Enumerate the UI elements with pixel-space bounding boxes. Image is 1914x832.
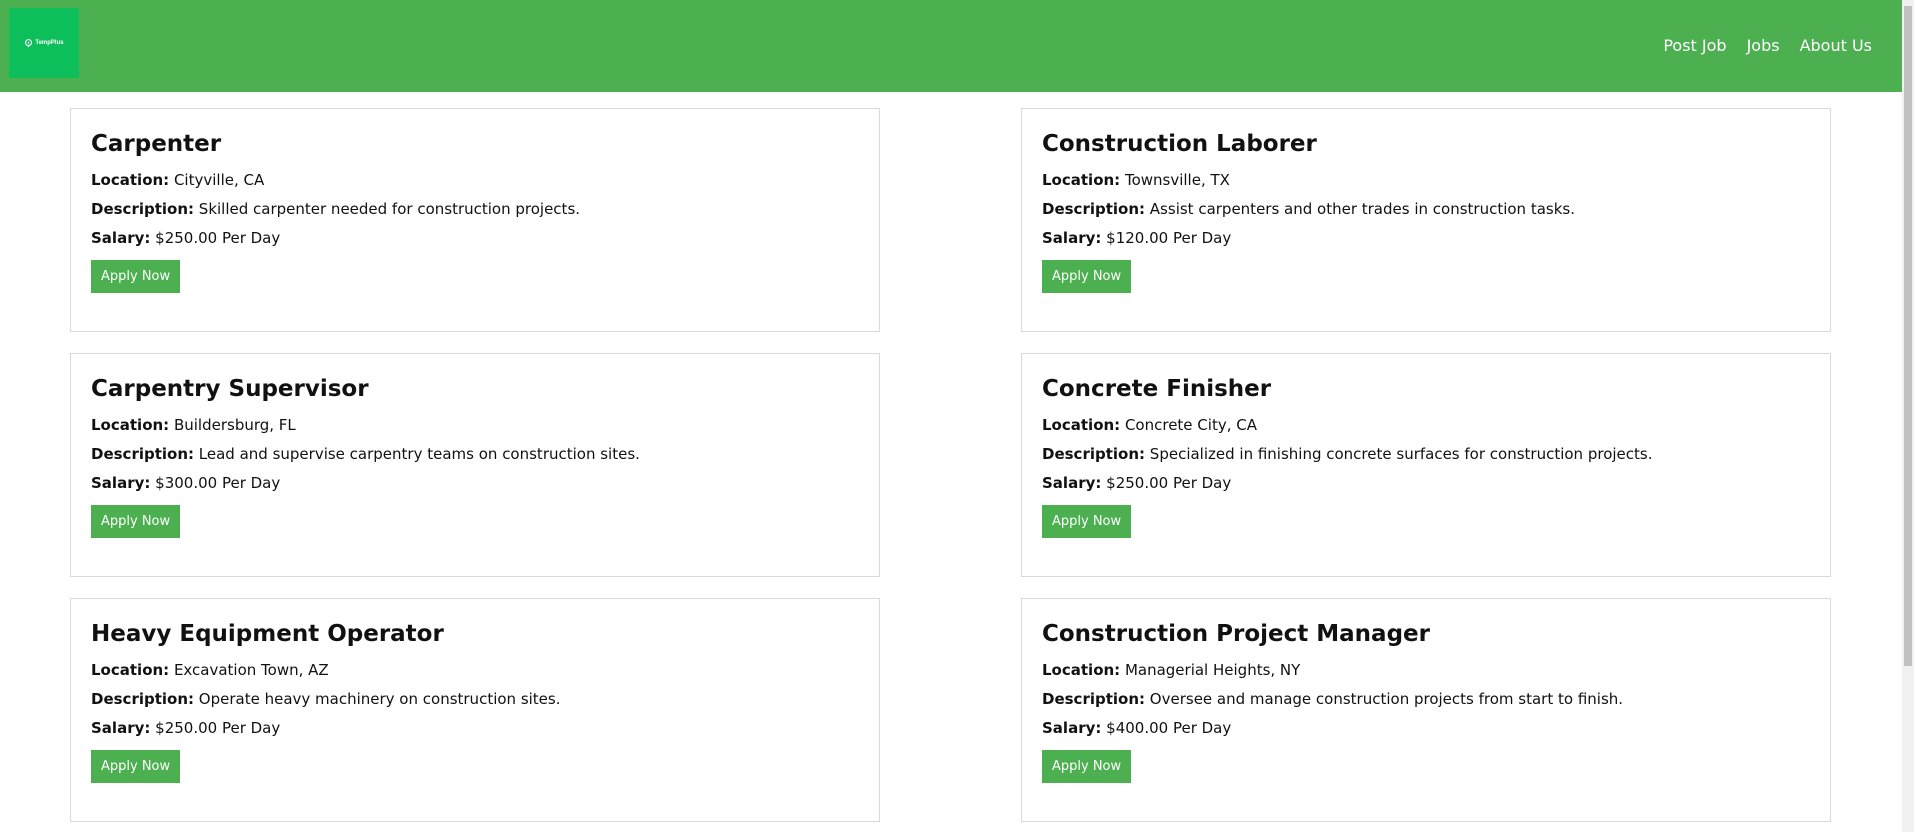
job-title: Carpenter bbox=[91, 131, 222, 157]
location-value: Excavation Town, AZ bbox=[173, 661, 329, 679]
description-value: Operate heavy machinery on construction … bbox=[198, 690, 561, 708]
job-title: Construction Project Manager bbox=[1042, 621, 1430, 647]
job-location: Location: Buildersburg, FL bbox=[91, 416, 859, 434]
scrollbar-thumb[interactable] bbox=[1904, 6, 1912, 666]
job-location: Location: Concrete City, CA bbox=[1042, 416, 1810, 434]
job-card: Carpentry Supervisor Location: Buildersb… bbox=[70, 353, 880, 577]
page-scrollbar[interactable] bbox=[1902, 0, 1914, 832]
job-salary: Salary: $120.00 Per Day bbox=[1042, 229, 1810, 247]
job-salary: Salary: $400.00 Per Day bbox=[1042, 719, 1810, 737]
job-location: Location: Cityville, CA bbox=[91, 171, 859, 189]
location-value: Concrete City, CA bbox=[1124, 416, 1257, 434]
job-card: Construction Laborer Location: Townsvill… bbox=[1021, 108, 1831, 332]
nav-post-job[interactable]: Post Job bbox=[1663, 36, 1726, 55]
location-value: Cityville, CA bbox=[173, 171, 265, 189]
salary-label: Salary: bbox=[91, 229, 151, 247]
job-location: Location: Excavation Town, AZ bbox=[91, 661, 859, 679]
job-description: Description: Assist carpenters and other… bbox=[1042, 200, 1810, 218]
job-description: Description: Oversee and manage construc… bbox=[1042, 690, 1810, 708]
job-card: Construction Project Manager Location: M… bbox=[1021, 598, 1831, 822]
logo[interactable]: TempPlus bbox=[9, 8, 79, 78]
apply-now-button[interactable]: Apply Now bbox=[91, 260, 181, 293]
location-label: Location: bbox=[91, 171, 170, 189]
location-label: Location: bbox=[1042, 661, 1121, 679]
salary-value: $120.00 Per Day bbox=[1106, 229, 1232, 247]
salary-label: Salary: bbox=[91, 719, 151, 737]
description-value: Skilled carpenter needed for constructio… bbox=[198, 200, 581, 218]
apply-now-button[interactable]: Apply Now bbox=[1042, 505, 1132, 538]
location-value: Managerial Heights, NY bbox=[1124, 661, 1301, 679]
job-card: Heavy Equipment Operator Location: Excav… bbox=[70, 598, 880, 822]
job-title: Concrete Finisher bbox=[1042, 376, 1272, 402]
salary-value: $250.00 Per Day bbox=[155, 719, 281, 737]
salary-value: $250.00 Per Day bbox=[155, 229, 281, 247]
description-label: Description: bbox=[91, 690, 195, 708]
salary-label: Salary: bbox=[91, 474, 151, 492]
description-value: Assist carpenters and other trades in co… bbox=[1149, 200, 1575, 218]
salary-value: $300.00 Per Day bbox=[155, 474, 281, 492]
location-label: Location: bbox=[1042, 171, 1121, 189]
top-header: TempPlus Post Job Jobs About Us bbox=[0, 0, 1902, 92]
nav-jobs[interactable]: Jobs bbox=[1747, 36, 1780, 55]
job-card: Concrete Finisher Location: Concrete Cit… bbox=[1021, 353, 1831, 577]
job-salary: Salary: $300.00 Per Day bbox=[91, 474, 859, 492]
salary-value: $400.00 Per Day bbox=[1106, 719, 1232, 737]
apply-now-button[interactable]: Apply Now bbox=[1042, 260, 1132, 293]
job-title: Heavy Equipment Operator bbox=[91, 621, 444, 647]
location-label: Location: bbox=[91, 416, 170, 434]
location-label: Location: bbox=[1042, 416, 1121, 434]
location-pin-icon bbox=[25, 38, 33, 48]
description-label: Description: bbox=[1042, 445, 1146, 463]
apply-now-button[interactable]: Apply Now bbox=[91, 750, 181, 783]
job-card: Carpenter Location: Cityville, CA Descri… bbox=[70, 108, 880, 332]
job-description: Description: Specialized in finishing co… bbox=[1042, 445, 1810, 463]
salary-value: $250.00 Per Day bbox=[1106, 474, 1232, 492]
job-salary: Salary: $250.00 Per Day bbox=[91, 719, 859, 737]
description-label: Description: bbox=[91, 200, 195, 218]
apply-now-button[interactable]: Apply Now bbox=[1042, 750, 1132, 783]
description-label: Description: bbox=[1042, 200, 1146, 218]
job-grid: Carpenter Location: Cityville, CA Descri… bbox=[70, 108, 1831, 822]
job-title: Carpentry Supervisor bbox=[91, 376, 369, 402]
location-value: Townsville, TX bbox=[1124, 171, 1230, 189]
job-salary: Salary: $250.00 Per Day bbox=[1042, 474, 1810, 492]
apply-now-button[interactable]: Apply Now bbox=[91, 505, 181, 538]
salary-label: Salary: bbox=[1042, 719, 1102, 737]
location-value: Buildersburg, FL bbox=[173, 416, 296, 434]
nav-about-us[interactable]: About Us bbox=[1800, 36, 1872, 55]
job-location: Location: Townsville, TX bbox=[1042, 171, 1810, 189]
job-location: Location: Managerial Heights, NY bbox=[1042, 661, 1810, 679]
main-nav: Post Job Jobs About Us bbox=[1663, 36, 1872, 55]
description-label: Description: bbox=[91, 445, 195, 463]
job-description: Description: Operate heavy machinery on … bbox=[91, 690, 859, 708]
salary-label: Salary: bbox=[1042, 474, 1102, 492]
salary-label: Salary: bbox=[1042, 229, 1102, 247]
job-salary: Salary: $250.00 Per Day bbox=[91, 229, 859, 247]
description-label: Description: bbox=[1042, 690, 1146, 708]
job-description: Description: Lead and supervise carpentr… bbox=[91, 445, 859, 463]
job-title: Construction Laborer bbox=[1042, 131, 1317, 157]
description-value: Oversee and manage construction projects… bbox=[1149, 690, 1624, 708]
description-value: Lead and supervise carpentry teams on co… bbox=[198, 445, 640, 463]
location-label: Location: bbox=[91, 661, 170, 679]
description-value: Specialized in finishing concrete surfac… bbox=[1149, 445, 1653, 463]
logo-text: TempPlus bbox=[35, 40, 64, 46]
job-description: Description: Skilled carpenter needed fo… bbox=[91, 200, 859, 218]
